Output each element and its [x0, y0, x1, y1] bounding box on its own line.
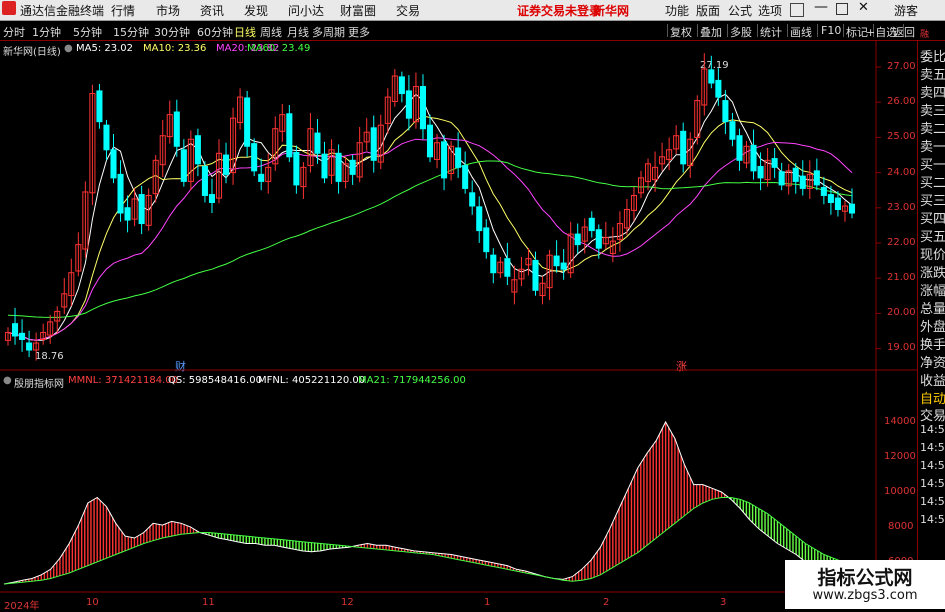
- mmnl-line: [3, 420, 853, 585]
- candle-body: [462, 165, 469, 189]
- candle-body: [441, 141, 448, 179]
- candle-body: [419, 86, 426, 130]
- candle-body: [96, 90, 103, 123]
- candle-body: [201, 165, 208, 196]
- candle-body: [349, 159, 356, 175]
- indicator-bars: [6, 422, 850, 584]
- candle-body: [180, 149, 187, 182]
- candle-body: [117, 173, 124, 214]
- watermark-url: www.zbgs3.com: [812, 588, 918, 603]
- candle-body: [469, 192, 476, 207]
- candle-body: [848, 203, 856, 214]
- candle-body: [103, 124, 110, 151]
- candle-body: [173, 111, 180, 147]
- watermark-title: 指标公式网: [817, 567, 913, 589]
- candle-body: [398, 76, 405, 95]
- candle-body: [792, 167, 799, 182]
- candle-body: [258, 173, 265, 182]
- watermark-box: 指标公式网 www.zbgs3.com: [785, 560, 945, 609]
- candle-body: [708, 69, 715, 84]
- candle-body: [504, 258, 511, 277]
- candle-body: [208, 194, 215, 203]
- candles: [4, 53, 856, 361]
- candle-body: [553, 255, 560, 267]
- candle-body: [244, 97, 251, 147]
- candle-body: [750, 144, 757, 172]
- candle-body: [26, 342, 33, 351]
- candle-body: [321, 153, 328, 179]
- candle-body: [251, 143, 258, 172]
- candle-body: [813, 170, 820, 186]
- chart-frame: [0, 41, 917, 609]
- candle-body: [778, 171, 785, 186]
- candle-body: [223, 154, 230, 175]
- ma60-line: [7, 160, 853, 318]
- candle-body: [426, 124, 434, 158]
- candle-body: [715, 79, 722, 98]
- candle-body: [476, 206, 483, 232]
- candle-body: [757, 165, 764, 179]
- candle-body: [455, 147, 462, 168]
- candle-body: [12, 323, 19, 337]
- candle-body: [820, 187, 827, 196]
- candle-body: [370, 127, 377, 161]
- candle-body: [729, 121, 736, 140]
- candle-body: [736, 135, 743, 161]
- candle-body: [588, 217, 595, 232]
- candle-body: [574, 233, 581, 246]
- candle-body: [110, 149, 117, 179]
- candle-body: [827, 194, 834, 203]
- indicator-lines: [3, 420, 853, 585]
- candle-body: [771, 158, 778, 168]
- candle-body: [490, 254, 497, 274]
- candle-body: [286, 113, 293, 158]
- candle-body: [595, 229, 602, 249]
- candle-body: [194, 135, 201, 165]
- candle-body: [405, 90, 412, 119]
- candle-body: [124, 207, 131, 221]
- candle-body: [680, 130, 687, 165]
- candle-body: [483, 227, 490, 253]
- candle-body: [532, 259, 539, 291]
- candle-body: [799, 175, 806, 189]
- candle-body: [314, 132, 321, 154]
- candle-body: [138, 194, 145, 225]
- candle-body: [335, 152, 342, 182]
- kline-chart[interactable]: [0, 0, 945, 609]
- candle-body: [834, 197, 841, 211]
- candle-body: [19, 332, 26, 340]
- candle-body: [722, 100, 729, 123]
- candle-body: [293, 151, 300, 186]
- candle-body: [560, 262, 567, 270]
- ma20-line: [7, 137, 853, 341]
